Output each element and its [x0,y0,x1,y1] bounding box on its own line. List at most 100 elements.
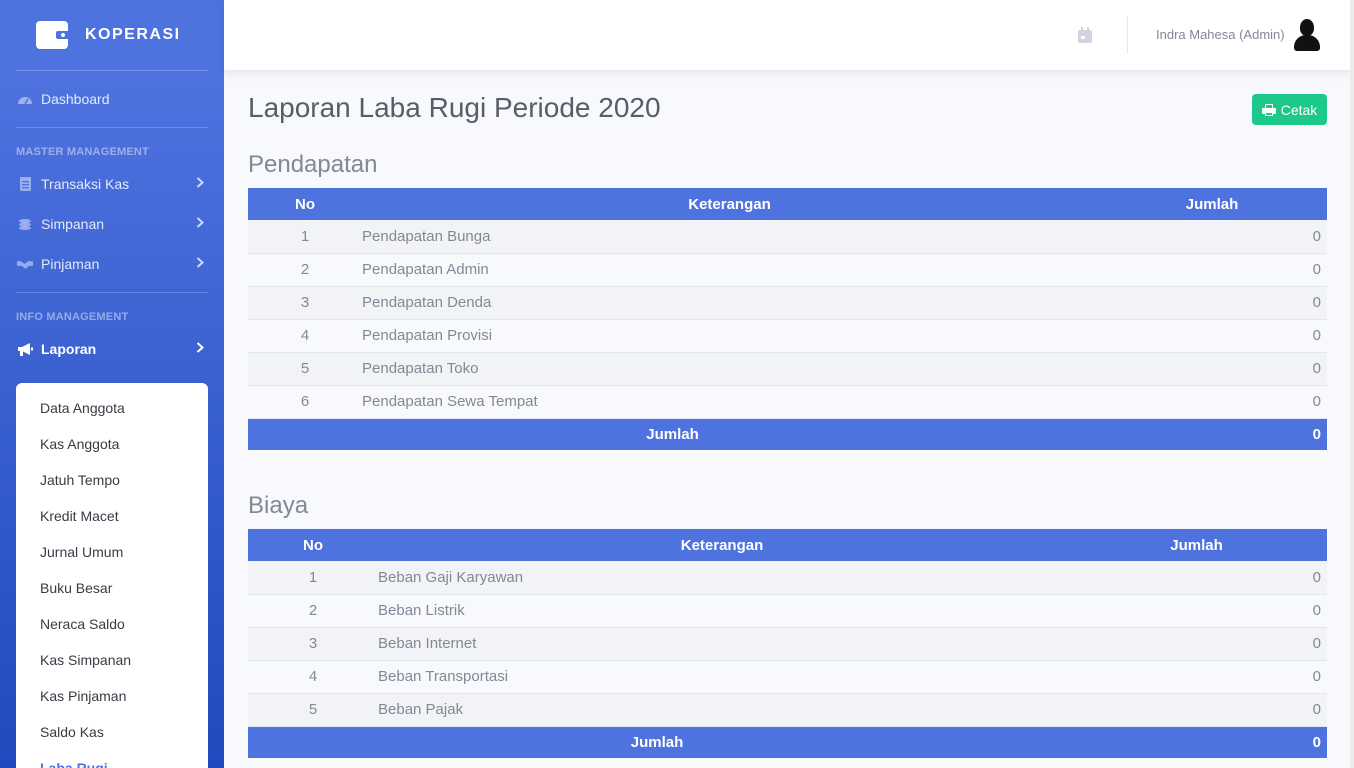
sidebar-heading-master: MASTER MANAGEMENT [16,146,149,158]
row-desc: Pendapatan Provisi [362,319,1097,353]
row-amount: 0 [1097,385,1327,419]
submenu-item-jurnal-umum[interactable]: Jurnal Umum [16,534,208,570]
table-row: 5 Beban Pajak 0 [248,693,1327,727]
row-amount: 0 [1097,286,1327,320]
submenu-item-buku-besar[interactable]: Buku Besar [16,570,208,606]
submenu-item-data-anggota[interactable]: Data Anggota [16,390,208,426]
sidebar-divider [16,292,208,293]
chevron-right-icon [196,217,204,231]
tachometer-icon [17,92,33,106]
calendar-icon[interactable] [1078,27,1092,43]
row-desc: Beban Gaji Karyawan [378,561,1066,595]
submenu-item-kas-anggota[interactable]: Kas Anggota [16,426,208,462]
column-header-no: No [248,188,362,220]
table-row: 3 Beban Internet 0 [248,627,1327,661]
row-no: 6 [248,385,362,419]
sidebar-item-label: Dashboard [41,91,110,107]
total-label: Jumlah [248,418,1097,450]
sidebar-item-dashboard[interactable]: Dashboard [0,79,224,119]
sidebar-divider [16,70,208,71]
row-desc: Pendapatan Toko [362,352,1097,386]
submenu-item-kas-pinjaman[interactable]: Kas Pinjaman [16,678,208,714]
column-header-keterangan: Keterangan [362,188,1097,220]
section-title-biaya: Biaya [248,492,309,519]
column-header-jumlah: Jumlah [1097,188,1327,220]
brand-name: KOPERASI [85,26,181,43]
sidebar-heading-info: INFO MANAGEMENT [16,311,129,323]
submenu-item-kredit-macet[interactable]: Kredit Macet [16,498,208,534]
row-no: 4 [248,660,378,694]
submenu-item-jatuh-tempo[interactable]: Jatuh Tempo [16,462,208,498]
pendapatan-table: No Keterangan Jumlah 1 Pendapatan Bunga … [248,188,1327,450]
page-title: Laporan Laba Rugi Periode 2020 [248,92,661,123]
row-no: 2 [248,594,378,628]
row-no: 5 [248,693,378,727]
sidebar-item-label: Laporan [41,341,97,357]
row-amount: 0 [1097,319,1327,353]
row-amount: 0 [1066,693,1327,727]
table-row: 2 Pendapatan Admin 0 [248,253,1327,287]
sidebar-item-label: Simpanan [41,216,105,232]
table-row: 3 Pendapatan Denda 0 [248,286,1327,320]
row-amount: 0 [1066,561,1327,595]
row-amount: 0 [1066,660,1327,694]
sidebar-item-laporan[interactable]: Laporan [0,329,224,369]
print-button-label: Cetak [1280,101,1318,118]
chevron-right-icon [196,342,204,356]
row-desc: Beban Pajak [378,693,1066,727]
handshake-icon [17,257,33,271]
bullhorn-icon [17,342,33,356]
table-row: 2 Beban Listrik 0 [248,594,1327,628]
row-no: 3 [248,627,378,661]
table-total-row: Jumlah 0 [248,726,1327,758]
row-amount: 0 [1066,627,1327,661]
row-desc: Pendapatan Bunga [362,220,1097,254]
sidebar-item-transaksi-kas[interactable]: Transaksi Kas [0,164,224,204]
submenu-item-saldo-kas[interactable]: Saldo Kas [16,714,208,750]
row-no: 3 [248,286,362,320]
section-title-pendapatan: Pendapatan [248,151,378,178]
table-row: 6 Pendapatan Sewa Tempat 0 [248,385,1327,419]
sidebar-item-simpanan[interactable]: Simpanan [0,204,224,244]
avatar[interactable] [1294,19,1320,51]
brand-link[interactable]: KOPERASI [0,0,224,70]
user-name[interactable]: Indra Mahesa (Admin) [1156,27,1285,42]
row-amount: 0 [1097,352,1327,386]
total-value: 0 [1097,418,1327,450]
row-desc: Beban Internet [378,627,1066,661]
column-header-jumlah: Jumlah [1066,529,1327,561]
scrollbar[interactable] [1350,0,1354,768]
row-desc: Beban Transportasi [378,660,1066,694]
table-row: 1 Pendapatan Bunga 0 [248,220,1327,254]
submenu-item-laba-rugi[interactable]: Laba Rugi [16,750,208,768]
row-desc: Pendapatan Admin [362,253,1097,287]
file-invoice-icon [17,177,33,191]
laporan-submenu: Data Anggota Kas Anggota Jatuh Tempo Kre… [16,383,208,768]
sidebar-divider [16,127,208,128]
table-row: 5 Pendapatan Toko 0 [248,352,1327,386]
row-amount: 0 [1066,594,1327,628]
column-header-keterangan: Keterangan [378,529,1066,561]
biaya-table: No Keterangan Jumlah 1 Beban Gaji Karyaw… [248,529,1327,758]
submenu-item-neraca-saldo[interactable]: Neraca Saldo [16,606,208,642]
submenu-item-kas-simpanan[interactable]: Kas Simpanan [16,642,208,678]
row-no: 2 [248,253,362,287]
coins-icon [17,217,33,231]
sidebar-item-label: Transaksi Kas [41,176,130,192]
row-no: 1 [248,561,378,595]
total-value: 0 [1066,726,1327,758]
table-row: 1 Beban Gaji Karyawan 0 [248,561,1327,595]
table-row: 4 Pendapatan Provisi 0 [248,319,1327,353]
sidebar-item-pinjaman[interactable]: Pinjaman [0,244,224,284]
row-desc: Beban Listrik [378,594,1066,628]
row-no: 5 [248,352,362,386]
row-amount: 0 [1097,253,1327,287]
sidebar-item-label: Pinjaman [41,256,100,272]
column-header-no: No [248,529,378,561]
topbar: Indra Mahesa (Admin) [224,0,1354,70]
printer-icon [1261,103,1276,116]
print-button[interactable]: Cetak [1252,94,1327,125]
chevron-right-icon [196,257,204,271]
row-amount: 0 [1097,220,1327,254]
chevron-right-icon [196,177,204,191]
